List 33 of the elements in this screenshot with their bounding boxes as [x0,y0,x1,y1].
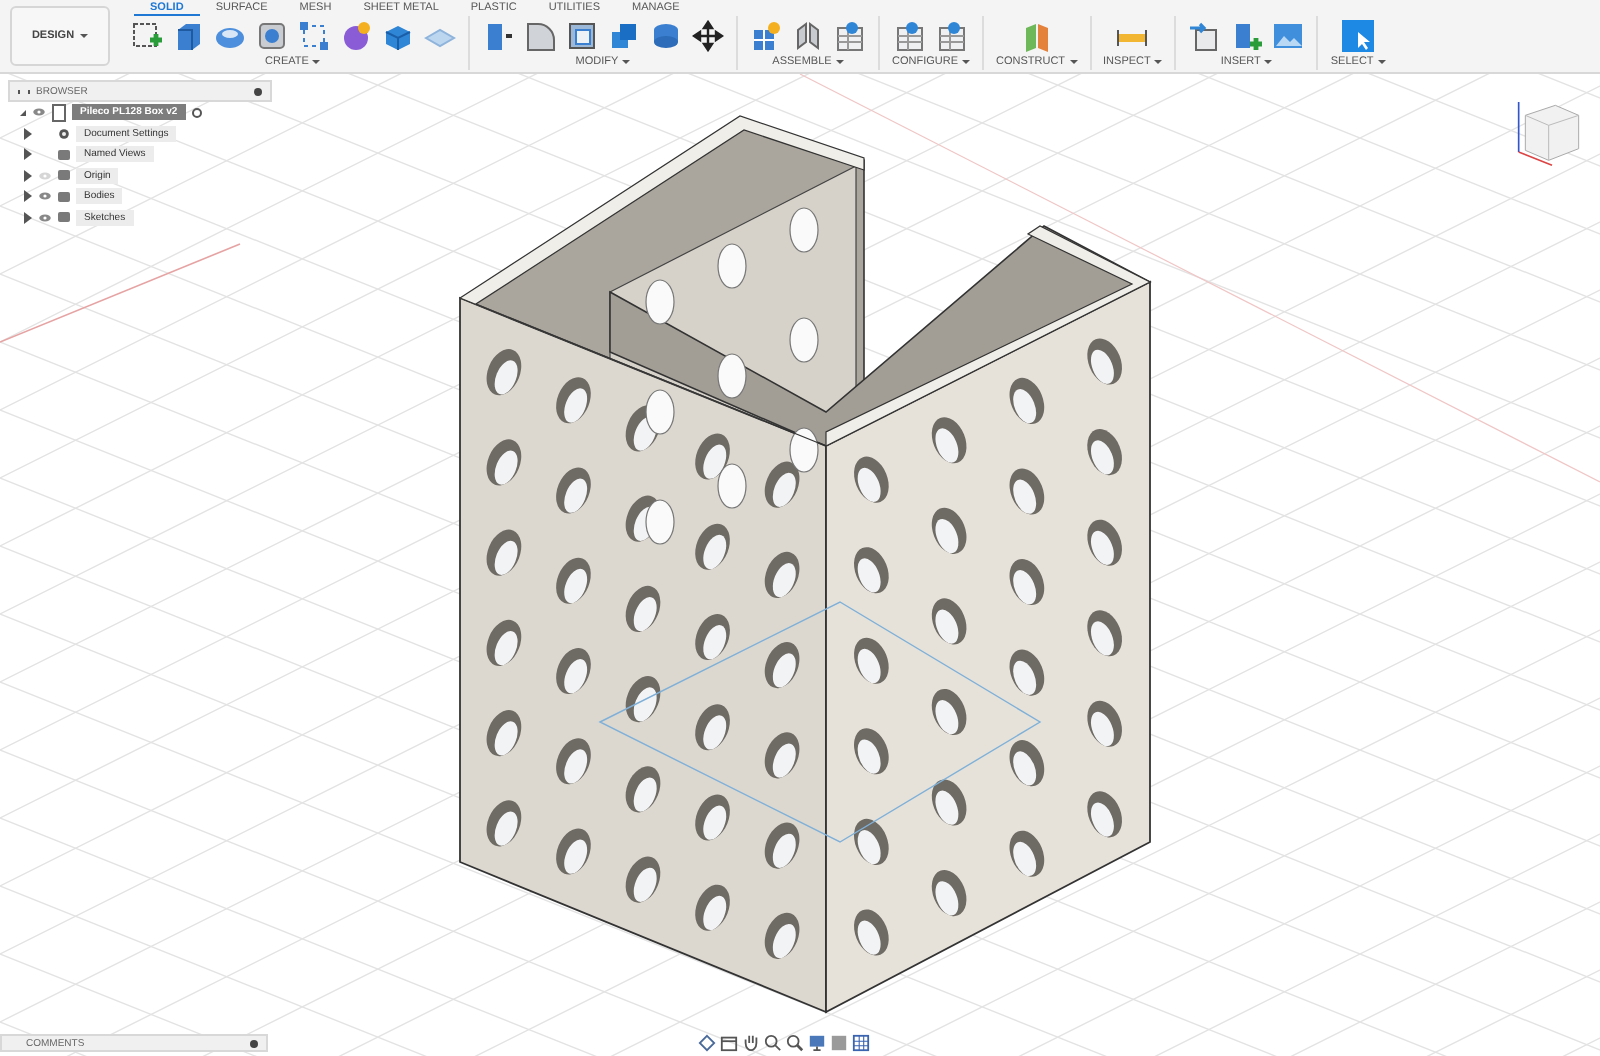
sketch-plus-icon[interactable] [130,20,162,52]
stack-icon[interactable] [650,20,682,52]
search-icon[interactable] [786,1034,804,1052]
zoom-icon[interactable] [764,1034,782,1052]
pin-icon[interactable] [250,1039,258,1047]
move-arrows-icon[interactable] [692,20,724,52]
sphere-icon[interactable] [340,20,372,52]
monitor-icon[interactable] [808,1034,826,1052]
cursor-square-icon[interactable] [1342,20,1375,52]
cube-icon[interactable] [382,20,414,52]
gear-icon [58,127,70,140]
hand-icon[interactable] [742,1034,760,1052]
component-icon[interactable] [750,20,782,52]
orbit-icon[interactable] [698,1034,716,1052]
shell-icon[interactable] [566,20,598,52]
planes-icon[interactable] [1020,20,1053,52]
hole-icon[interactable] [256,20,288,52]
pin-icon[interactable] [254,87,262,95]
eye-icon[interactable] [38,213,52,222]
rectangle-points-icon[interactable] [298,20,330,52]
grid-icon[interactable] [852,1034,870,1052]
fillet-icon[interactable] [524,20,556,52]
extrude-cube-icon[interactable] [172,20,204,52]
eye-icon[interactable] [32,108,46,117]
target-icon[interactable] [191,107,202,118]
table-icon[interactable] [936,20,968,52]
insert-arrow-icon[interactable] [1188,20,1221,52]
cylinder-plus-icon[interactable] [1230,20,1263,52]
table-icon[interactable] [894,20,926,52]
table-icon[interactable] [834,20,866,52]
expand-icon[interactable] [20,109,26,116]
image-icon[interactable] [1272,20,1305,52]
eye-icon[interactable] [38,192,52,201]
